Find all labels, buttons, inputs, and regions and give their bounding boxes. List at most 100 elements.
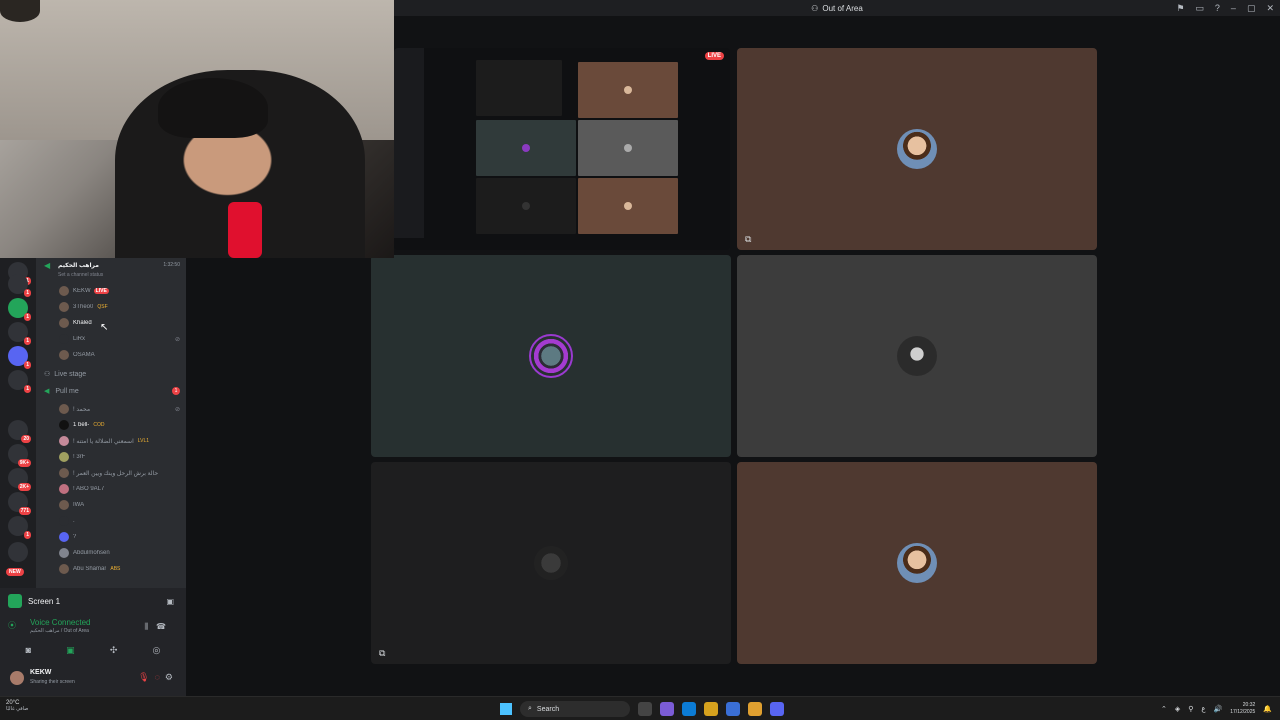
gear-icon[interactable]: ⚙ (165, 672, 178, 682)
lamp (0, 0, 40, 22)
channel-timer: 1:32:50 (163, 262, 180, 268)
window-controls: ⚑ ▭ ? – ▢ ✕ (1176, 0, 1274, 16)
member-row[interactable]: . (36, 513, 186, 529)
file-explorer-icon[interactable] (704, 702, 718, 716)
mouse-cursor-icon: ↖ (100, 322, 109, 333)
help-icon[interactable]: ? (1215, 3, 1220, 13)
server-icon[interactable]: 1 (8, 346, 31, 369)
share-screen-icon[interactable]: ▣ (66, 645, 75, 656)
user-controls: 🎙◌⚙ (138, 672, 178, 683)
participant-tile[interactable]: ⧉ (737, 48, 1097, 250)
language-indicator[interactable]: ع (1201, 705, 1205, 713)
mini-avatar (624, 86, 632, 94)
network-icon[interactable]: ◈ (1175, 705, 1180, 713)
microphone (228, 202, 262, 258)
participant-tile[interactable] (737, 255, 1097, 457)
server-icon[interactable]: 1 (8, 322, 31, 345)
disconnect-icon[interactable]: ☎ (156, 622, 174, 631)
volume-icon[interactable]: 🔊 (1214, 705, 1223, 713)
maximize-icon[interactable]: ▢ (1247, 3, 1256, 14)
member-row[interactable]: 1 bell- COD (36, 417, 186, 433)
server-icon[interactable]: 771 (8, 492, 31, 515)
search-box[interactable]: ⌕ Search (520, 701, 630, 717)
shared-mini-tile (476, 120, 576, 176)
member-row[interactable]: ? (36, 529, 186, 545)
store-icon[interactable] (726, 702, 740, 716)
stage-icon: ⚇ (44, 371, 51, 378)
server-icon[interactable]: 1 (8, 274, 31, 297)
copilot-icon[interactable] (660, 702, 674, 716)
mini-avatar (624, 202, 632, 210)
participant-tile[interactable]: ⧉ (371, 462, 731, 664)
member-row[interactable]: Khaled (36, 315, 186, 331)
stream-icon: ⧉ (379, 648, 386, 658)
camera-icon[interactable]: ◙ (26, 645, 31, 655)
windows-start-icon[interactable] (500, 703, 512, 715)
server-icon[interactable]: 1 (8, 516, 31, 539)
mute-icon[interactable]: 🎙 (138, 672, 154, 682)
screen-share-preview[interactable]: Screen 1 ▣ (8, 592, 178, 610)
voice-status-panel: Screen 1 ▣ ⦿ Voice Connected مراهب الحكي… (0, 588, 186, 696)
voice-channel-panel: ◀ مراهب الحكيم 1:32:50 Set a channel sta… (36, 258, 186, 588)
member-row[interactable]: ! محمد ⊘ (36, 401, 186, 417)
signal-icon[interactable]: ⦿ (8, 620, 16, 631)
edge-icon[interactable] (682, 702, 696, 716)
live-stage-category[interactable]: ⚇ Live stage (44, 370, 86, 379)
member-row[interactable]: ! اسمعني الضلالة يا امتنه LVL1 (36, 433, 186, 449)
member-row[interactable]: KEKW LIVE (36, 283, 186, 299)
channel-status[interactable]: Set a channel status (58, 272, 103, 278)
avatar (59, 500, 69, 510)
monitor-icon[interactable]: ▣ (166, 597, 174, 606)
member-row[interactable]: IWA (36, 497, 186, 513)
avatar[interactable] (10, 671, 24, 685)
chrome-icon[interactable] (748, 702, 762, 716)
avatar (59, 350, 69, 360)
chevron-up-icon[interactable]: ⌃ (1161, 705, 1167, 713)
activities-icon[interactable]: ✣ (110, 645, 118, 656)
member-row[interactable]: Abu Shamar ABS (36, 561, 186, 577)
speaker-icon: ◀ (44, 388, 50, 395)
participant-avatar (529, 334, 573, 378)
channel-header[interactable]: ◀ مراهب الحكيم 1:32:50 Set a channel sta… (36, 260, 186, 280)
avatar (59, 334, 69, 344)
minimize-icon[interactable]: – (1231, 3, 1236, 13)
server-icon[interactable]: 9K+ (8, 444, 31, 467)
window-title: ⚇ Out of Area (811, 4, 863, 13)
weather-widget[interactable]: 20°C صافي غالبًا (6, 700, 28, 712)
clock[interactable]: 20:32 17/12/2025 (1230, 702, 1255, 716)
notification-bell-icon[interactable]: 🔔 (1263, 705, 1272, 713)
server-icon[interactable]: 20 (8, 420, 31, 443)
close-icon[interactable]: ✕ (1266, 3, 1274, 14)
voice-connected-label[interactable]: Voice Connected (30, 618, 91, 627)
member-row[interactable]: 3Theo0 QSF (36, 299, 186, 315)
soundboard-icon[interactable]: ◎ (153, 645, 161, 656)
participant-tile[interactable] (371, 255, 731, 457)
mic-icon[interactable]: ⚲ (1188, 705, 1193, 713)
pull-me-channel[interactable]: ◀ Pull me 1 (44, 387, 186, 395)
noise-suppression-icon[interactable]: ⫼ (144, 622, 156, 631)
avatar (59, 548, 69, 558)
mini-avatar (522, 202, 530, 210)
screen-share-tile[interactable]: LIVE (394, 48, 730, 250)
discord-icon[interactable] (770, 702, 784, 716)
shared-mini-tile (476, 60, 562, 116)
member-row[interactable]: ! 3rF (36, 449, 186, 465)
screen-icon[interactable]: ▭ (1195, 3, 1204, 14)
member-row[interactable]: ! ABO 9AL7 (36, 481, 186, 497)
deafen-icon[interactable]: ◌ (155, 672, 165, 682)
member-row[interactable]: ! حالة برش الرحل وينك ويين العمر (36, 465, 186, 481)
task-view-icon[interactable] (638, 702, 652, 716)
stream-icon: ⧉ (745, 234, 752, 244)
participant-avatar (897, 129, 937, 169)
member-row[interactable]: LiRx ⊘ (36, 331, 186, 347)
server-icon[interactable]: 2K+ (8, 468, 31, 491)
member-row[interactable]: OSAMA (36, 347, 186, 363)
participant-tile[interactable] (737, 462, 1097, 664)
user-panel: KEKW Sharing their screen 🎙◌⚙ (0, 664, 186, 692)
server-icon[interactable]: 1 (8, 370, 31, 393)
server-icon[interactable] (8, 542, 28, 562)
server-icon[interactable]: 1 (8, 298, 31, 321)
participant-avatar (897, 336, 937, 376)
member-row[interactable]: Abdulmohsen (36, 545, 186, 561)
flag-icon[interactable]: ⚑ (1176, 3, 1184, 14)
